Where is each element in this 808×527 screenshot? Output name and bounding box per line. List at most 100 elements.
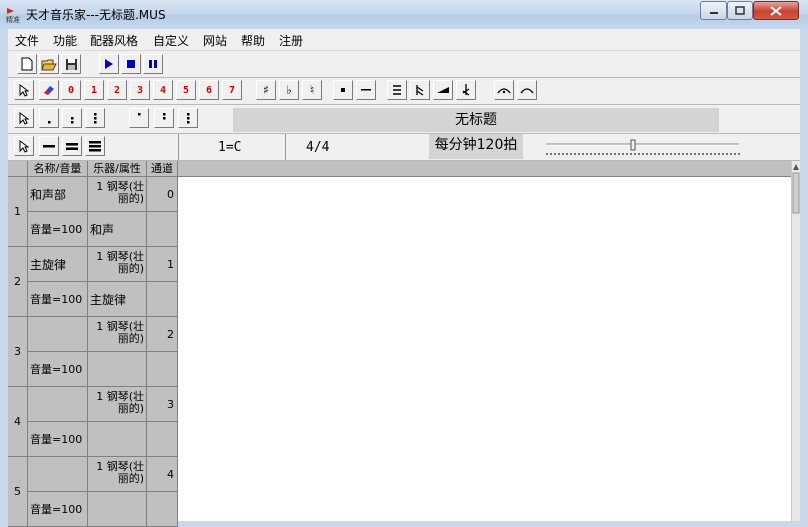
new-file-button[interactable]: [17, 54, 37, 74]
close-button[interactable]: [753, 1, 799, 20]
low-dot-2-button[interactable]: [62, 108, 82, 128]
track-instrument[interactable]: 1 钢琴(壮丽的): [88, 247, 147, 282]
eraser-button[interactable]: [39, 80, 59, 100]
high-dot-1-button[interactable]: [129, 108, 149, 128]
track-channel[interactable]: 2: [147, 317, 178, 352]
tempo-toolbar: 1=C 4/4 每分钟120拍: [8, 134, 800, 161]
track-channel[interactable]: 3: [147, 387, 178, 422]
chord-button[interactable]: [387, 80, 407, 100]
play-button[interactable]: [99, 54, 119, 74]
track-instrument[interactable]: 1 钢琴(壮丽的): [88, 317, 147, 352]
app-icon-text: 精准: [6, 15, 20, 23]
note-1-button[interactable]: 1: [84, 80, 104, 100]
note-4-button[interactable]: 4: [153, 80, 173, 100]
crescendo-button[interactable]: [433, 80, 453, 100]
duration-pointer-button[interactable]: [14, 108, 34, 128]
track-attribute[interactable]: [88, 352, 147, 387]
channel-header: 通道: [147, 161, 178, 177]
stop-button[interactable]: [121, 54, 141, 74]
menu-orchestration-style[interactable]: 配器风格: [90, 32, 138, 49]
score-header: [178, 161, 792, 177]
maximize-button[interactable]: [727, 1, 753, 20]
triple-underline-button[interactable]: [85, 136, 105, 156]
dot-button[interactable]: [333, 80, 353, 100]
note-3-button[interactable]: 3: [130, 80, 150, 100]
menu-help[interactable]: 帮助: [241, 32, 265, 49]
track-number[interactable]: 3: [8, 317, 28, 387]
flat-button[interactable]: ♭: [279, 80, 299, 100]
vertical-scrollbar[interactable]: [791, 161, 800, 521]
bar-pointer-button[interactable]: [14, 136, 34, 156]
note-toolbar: 0 1 2 3 4 5 6 7 ♯ ♭ ♮: [8, 78, 800, 105]
track-volume[interactable]: 音量=100: [28, 212, 88, 247]
track-volume[interactable]: 音量=100: [28, 422, 88, 457]
high-dot-3-button[interactable]: [178, 108, 198, 128]
track-channel[interactable]: 4: [147, 457, 178, 492]
track-name[interactable]: [28, 457, 88, 492]
close-icon: [770, 5, 782, 16]
tempo-display[interactable]: 每分钟120拍: [429, 134, 523, 159]
track-name[interactable]: 主旋律: [28, 247, 88, 282]
tie-button[interactable]: [517, 80, 537, 100]
grace-note-button[interactable]: [410, 80, 430, 100]
note-5-button[interactable]: 5: [176, 80, 196, 100]
low-dot-1-button[interactable]: [39, 108, 59, 128]
track-grid: 名称/音量 乐器/属性 通道 1 和声部 音量=100 1 钢琴(壮丽的) 和声 0 2 主旋…: [8, 161, 800, 527]
track-name[interactable]: [28, 387, 88, 422]
track-attribute[interactable]: 主旋律: [88, 282, 147, 317]
track-channel[interactable]: 1: [147, 247, 178, 282]
track-volume[interactable]: 音量=100: [28, 352, 88, 387]
track-instrument[interactable]: 1 钢琴(壮丽的): [88, 177, 147, 212]
menu-custom[interactable]: 自定义: [153, 32, 189, 49]
track-name[interactable]: 和声部: [28, 177, 88, 212]
low-dot-3-button[interactable]: [85, 108, 105, 128]
high-dot-2-button[interactable]: [154, 108, 174, 128]
track-attribute[interactable]: [88, 422, 147, 457]
menu-file[interactable]: 文件: [15, 32, 39, 49]
select-pointer-button[interactable]: [14, 80, 34, 100]
dot-icon: [341, 88, 345, 92]
track-number[interactable]: 1: [8, 177, 28, 247]
open-file-button[interactable]: [39, 54, 59, 74]
note-7-button[interactable]: 7: [222, 80, 242, 100]
track-number[interactable]: 2: [8, 247, 28, 317]
double-underline-button[interactable]: [62, 136, 82, 156]
key-signature[interactable]: 1=C: [218, 140, 241, 155]
save-button[interactable]: [61, 54, 81, 74]
track-channel-blank: [147, 282, 178, 317]
track-instrument[interactable]: 1 钢琴(壮丽的): [88, 387, 147, 422]
ornament-button[interactable]: [456, 80, 476, 100]
note-0-button[interactable]: 0: [61, 80, 81, 100]
track-channel[interactable]: 0: [147, 177, 178, 212]
dash-button[interactable]: [356, 80, 376, 100]
file-toolbar: [8, 51, 800, 78]
track-number[interactable]: 4: [8, 387, 28, 457]
duration-toolbar: 无标题: [8, 105, 800, 134]
track-volume[interactable]: 音量=100: [28, 492, 88, 527]
track-name[interactable]: [28, 317, 88, 352]
note-6-button[interactable]: 6: [199, 80, 219, 100]
menu-register[interactable]: 注册: [279, 32, 303, 49]
pause-button[interactable]: [143, 54, 163, 74]
note-2-button[interactable]: 2: [107, 80, 127, 100]
single-underline-button[interactable]: [39, 136, 59, 156]
time-signature[interactable]: 4/4: [306, 140, 329, 155]
menu-function[interactable]: 功能: [53, 32, 77, 49]
window-title: 天才音乐家---无标题.MUS: [26, 8, 166, 22]
track-number[interactable]: 5: [8, 457, 28, 527]
tempo-slider[interactable]: [546, 138, 741, 156]
ornament-icon: [462, 84, 470, 96]
natural-button[interactable]: ♮: [302, 80, 322, 100]
fermata-button[interactable]: [494, 80, 514, 100]
track-instrument[interactable]: 1 钢琴(壮丽的): [88, 457, 147, 492]
track-attribute[interactable]: [88, 492, 147, 527]
eraser-icon: [44, 86, 54, 95]
chord-symbol-icon: [393, 85, 401, 95]
track-channel-blank: [147, 352, 178, 387]
sharp-button[interactable]: ♯: [256, 80, 276, 100]
song-title-field[interactable]: 无标题: [233, 108, 719, 132]
minimize-button[interactable]: [700, 1, 727, 20]
track-volume[interactable]: 音量=100: [28, 282, 88, 317]
menu-website[interactable]: 网站: [203, 32, 227, 49]
track-attribute[interactable]: 和声: [88, 212, 147, 247]
